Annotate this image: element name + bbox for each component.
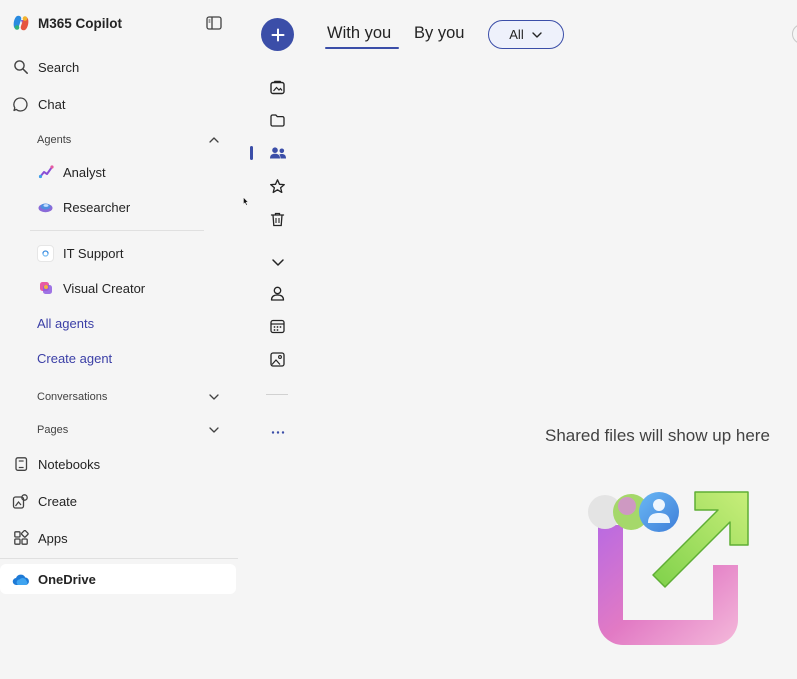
agent-label: Visual Creator	[63, 280, 146, 296]
shared-files-illustration	[583, 480, 758, 655]
image-icon[interactable]	[268, 350, 287, 369]
section-label: Pages	[37, 424, 69, 436]
filter-dropdown[interactable]: All	[488, 20, 564, 49]
chevron-down-icon	[532, 31, 542, 38]
sidebar-divider	[0, 558, 238, 559]
sidebar-item-label: Apps	[38, 530, 68, 546]
active-rail-indicator	[250, 146, 253, 160]
agents-section-header[interactable]: Agents	[37, 130, 221, 150]
empty-state-message: Shared files will show up here	[545, 426, 770, 445]
app-title: M365 Copilot	[38, 15, 123, 31]
sidebar-item-label: OneDrive	[38, 571, 96, 587]
agents-divider	[30, 230, 204, 231]
create-agent-link[interactable]: Create agent	[37, 347, 112, 369]
chevron-down-icon	[209, 394, 219, 400]
sidebar-item-label: Search	[38, 59, 80, 75]
agent-item-researcher[interactable]: Researcher	[37, 195, 130, 219]
more-icon[interactable]	[268, 422, 287, 441]
conversations-section-header[interactable]: Conversations	[37, 387, 221, 407]
rail-divider	[266, 394, 288, 395]
copilot-logo-icon	[12, 14, 30, 32]
plus-icon	[271, 28, 284, 41]
home-photo-icon[interactable]	[268, 78, 287, 97]
agent-item-it-support[interactable]: IT Support	[37, 241, 123, 265]
chevron-down-icon	[209, 427, 219, 433]
notebook-icon	[12, 456, 29, 473]
sidebar-item-label: Create	[38, 493, 78, 509]
agent-label: IT Support	[63, 245, 124, 261]
all-agents-link[interactable]: All agents	[37, 312, 94, 334]
chevron-down-icon[interactable]	[268, 252, 287, 271]
sidebar-item-notebooks[interactable]: Notebooks	[12, 452, 100, 476]
agent-item-analyst[interactable]: Analyst	[37, 160, 106, 184]
star-icon[interactable]	[268, 177, 287, 196]
people-icon[interactable]	[268, 144, 287, 163]
create-icon	[12, 493, 29, 510]
analyst-icon	[37, 164, 54, 181]
trash-icon[interactable]	[268, 210, 287, 229]
section-label: Conversations	[37, 391, 108, 403]
new-button[interactable]	[261, 18, 294, 51]
it-support-icon	[37, 244, 54, 262]
folder-icon[interactable]	[268, 111, 287, 130]
section-label: Agents	[37, 134, 72, 146]
agent-label: Analyst	[63, 164, 106, 180]
visual-creator-icon	[37, 280, 54, 297]
sidebar-panel-icon	[206, 16, 222, 30]
agent-item-visual-creator[interactable]: Visual Creator	[37, 276, 145, 300]
sidebar-item-search[interactable]: Search	[12, 55, 79, 79]
app-brand[interactable]: M365 Copilot	[12, 12, 122, 34]
profile-avatar[interactable]	[792, 24, 797, 44]
tab-with-you[interactable]: With you	[327, 24, 391, 46]
mouse-cursor-icon	[243, 197, 249, 206]
active-tab-underline	[325, 47, 399, 49]
calendar-icon[interactable]	[268, 317, 287, 336]
chevron-up-icon	[209, 137, 219, 143]
agent-label: Researcher	[63, 199, 131, 215]
sidebar-item-onedrive[interactable]: OneDrive	[0, 564, 236, 594]
apps-icon	[12, 530, 29, 547]
tab-by-you[interactable]: By you	[414, 24, 464, 46]
sidebar-item-create[interactable]: Create	[12, 489, 77, 513]
filter-selected-value: All	[509, 27, 524, 42]
chat-icon	[12, 96, 29, 113]
person-icon[interactable]	[268, 284, 287, 303]
sidebar-item-label: Notebooks	[38, 456, 101, 472]
onedrive-cloud-icon	[12, 573, 30, 586]
sidebar-item-label: Chat	[38, 96, 66, 112]
researcher-icon	[37, 199, 54, 216]
search-icon	[12, 59, 29, 76]
left-sidebar: M365 Copilot Search Chat Agents Analyst	[0, 0, 240, 679]
pages-section-header[interactable]: Pages	[37, 420, 221, 440]
sidebar-item-apps[interactable]: Apps	[12, 526, 68, 550]
sidebar-collapse-button[interactable]	[204, 13, 224, 33]
sidebar-item-chat[interactable]: Chat	[12, 92, 65, 116]
